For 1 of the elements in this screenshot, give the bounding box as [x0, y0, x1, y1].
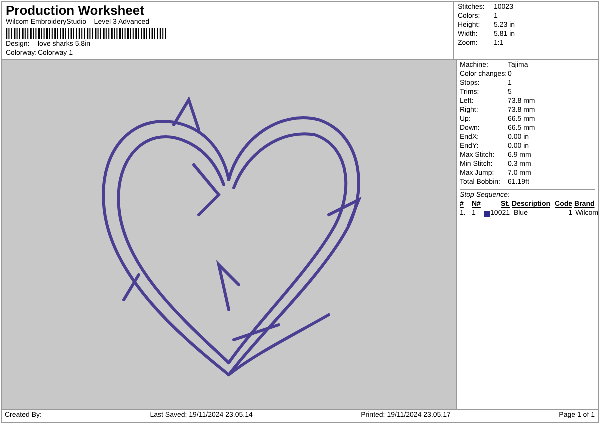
- worksheet-title: Production Worksheet: [6, 3, 146, 18]
